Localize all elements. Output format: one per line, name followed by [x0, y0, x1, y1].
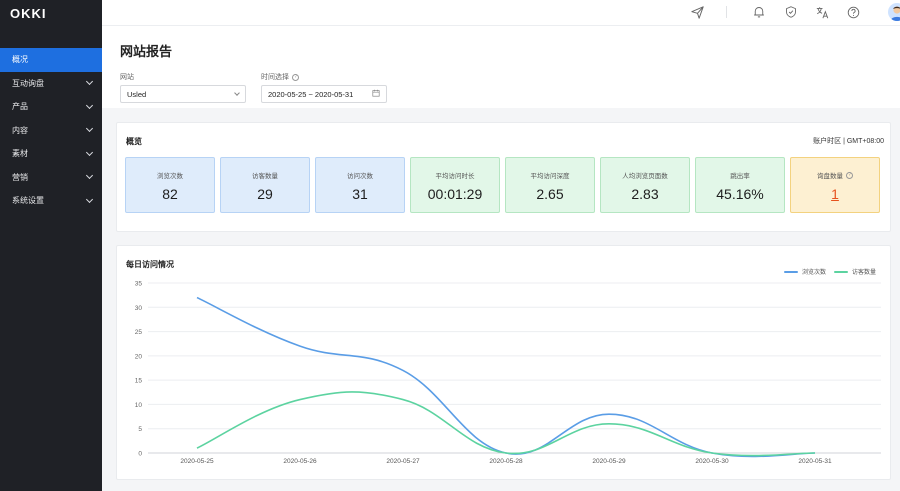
- y-tick-label: 25: [135, 329, 143, 336]
- kpi-label: 访客数量: [252, 173, 278, 180]
- calendar-icon: [372, 89, 380, 99]
- site-label-text: 网站: [120, 74, 134, 81]
- kpi-label: 询盘数量: [817, 173, 843, 180]
- bell-icon[interactable]: [752, 5, 766, 19]
- help-icon[interactable]: ?: [846, 171, 853, 179]
- chevron-down-icon: [234, 89, 240, 96]
- kpi-value: 2.65: [536, 186, 564, 202]
- avatar[interactable]: [888, 3, 900, 21]
- kpi-avg-duration: 平均访问时长 00:01:29: [410, 157, 500, 213]
- kpi-page-views: 浏览次数 82: [125, 157, 215, 213]
- series-line-visitors: [196, 391, 816, 457]
- kpi-visits: 访问次数 31: [315, 157, 405, 213]
- chevron-down-icon: [85, 172, 94, 180]
- x-tick-label: 2020-05-28: [489, 458, 523, 465]
- y-tick-label: 15: [135, 378, 143, 385]
- report-header: 网站报告 网站 Usled 时间选择 ? 2020-05-25 ~ 2020-0…: [102, 26, 900, 108]
- sidebar: OKKI 概况 互动询盘 产品 内容 素材 营销 系统设置: [0, 0, 102, 491]
- time-filter: 时间选择 ? 2020-05-25 ~ 2020-05-31: [261, 72, 387, 103]
- sidebar-item-label: 概况: [12, 55, 28, 65]
- time-label-text: 时间选择: [261, 74, 289, 81]
- help-icon[interactable]: [846, 5, 860, 19]
- sidebar-item-label: 产品: [12, 102, 28, 112]
- x-tick-label: 2020-05-27: [386, 458, 420, 465]
- site-filter: 网站 Usled: [120, 72, 246, 103]
- x-tick-label: 2020-05-25: [180, 458, 214, 465]
- y-tick-label: 0: [138, 451, 142, 458]
- sidebar-item-label: 素材: [12, 149, 28, 159]
- kpi-value: 2.83: [631, 186, 659, 202]
- daily-visits-card: 每日访问情况 浏览次数 访客数量 0 5 10 15 20 25 30 35 2020-05-2…: [116, 245, 891, 480]
- site-select-value: Usled: [127, 89, 147, 99]
- topbar: [102, 0, 900, 26]
- site-label: 网站: [120, 72, 246, 82]
- kpi-label: 访问次数: [347, 173, 373, 180]
- kpi-value-link[interactable]: 1: [791, 186, 879, 202]
- chevron-down-icon: [85, 195, 94, 203]
- logo[interactable]: OKKI: [0, 0, 102, 26]
- kpi-value: 31: [352, 186, 368, 202]
- kpi-label: 浏览次数: [157, 173, 183, 180]
- sidebar-item-label: 内容: [12, 125, 28, 135]
- sidebar-item-label: 互动询盘: [12, 78, 44, 88]
- kpi-pages-per-visitor: 人均浏览页面数 2.83: [600, 157, 690, 213]
- help-icon[interactable]: ?: [292, 73, 299, 81]
- y-tick-label: 5: [138, 426, 142, 433]
- y-tick-label: 10: [135, 402, 143, 409]
- y-tick-label: 35: [135, 281, 143, 288]
- shield-icon[interactable]: [784, 5, 798, 19]
- kpi-row: 浏览次数 82 访客数量 29 访问次数 31 平均访问时长 00:01:29 …: [125, 157, 880, 213]
- kpi-label: 跳出率: [730, 173, 750, 180]
- sidebar-nav: 概况 互动询盘 产品 内容 素材 营销 系统设置: [0, 48, 102, 213]
- chevron-down-icon: [85, 78, 94, 86]
- kpi-value: 45.16%: [716, 186, 764, 202]
- overview-card: 概览 账户时区 | GMT+08:00 浏览次数 82 访客数量 29 访问次数…: [116, 122, 891, 232]
- sidebar-item-inquiries[interactable]: 互动询盘: [0, 72, 102, 96]
- kpi-visitors: 访客数量 29: [220, 157, 310, 213]
- kpi-avg-depth: 平均访问深度 2.65: [505, 157, 595, 213]
- timezone-label: 账户时区 | GMT+08:00: [813, 138, 884, 145]
- sidebar-item-marketing[interactable]: 营销: [0, 166, 102, 190]
- sidebar-item-content[interactable]: 内容: [0, 119, 102, 143]
- page-title: 网站报告: [120, 44, 173, 59]
- sidebar-item-label: 系统设置: [12, 196, 44, 206]
- overview-title: 概览: [126, 137, 142, 146]
- series-line-views: [196, 296, 816, 458]
- kpi-label: 人均浏览页面数: [622, 173, 668, 180]
- x-tick-label: 2020-05-26: [283, 458, 317, 465]
- line-chart: 0 5 10 15 20 25 30 35 2020-05-25 2020-05-26 2020-0…: [135, 281, 881, 465]
- filters: 网站 Usled 时间选择 ? 2020-05-25 ~ 2020-05-31: [120, 72, 900, 103]
- kpi-value: 82: [162, 186, 178, 202]
- site-select[interactable]: Usled: [120, 85, 246, 103]
- y-tick-label: 20: [135, 353, 143, 360]
- translate-icon[interactable]: [815, 5, 829, 19]
- sidebar-item-assets[interactable]: 素材: [0, 142, 102, 166]
- y-tick-label: 30: [135, 305, 143, 312]
- sidebar-item-overview[interactable]: 概况: [0, 48, 102, 72]
- kpi-label: 平均访问时长: [435, 173, 475, 180]
- divider: [726, 6, 727, 18]
- sidebar-item-settings[interactable]: 系统设置: [0, 189, 102, 213]
- x-tick-label: 2020-05-31: [798, 458, 832, 465]
- chevron-down-icon: [85, 101, 94, 109]
- date-range-picker[interactable]: 2020-05-25 ~ 2020-05-31: [261, 85, 387, 103]
- send-icon[interactable]: [690, 5, 704, 19]
- chevron-down-icon: [85, 125, 94, 133]
- sidebar-item-products[interactable]: 产品: [0, 95, 102, 119]
- kpi-bounce-rate: 跳出率 45.16%: [695, 157, 785, 213]
- kpi-inquiries[interactable]: 询盘数量 ? 1: [790, 157, 880, 213]
- date-range-value: 2020-05-25 ~ 2020-05-31: [268, 89, 354, 99]
- kpi-value: 29: [257, 186, 273, 202]
- kpi-label: 平均访问深度: [530, 173, 570, 180]
- x-tick-label: 2020-05-29: [592, 458, 626, 465]
- chevron-down-icon: [85, 148, 94, 156]
- time-label: 时间选择 ?: [261, 72, 387, 82]
- kpi-value: 00:01:29: [427, 186, 483, 202]
- x-tick-label: 2020-05-30: [695, 458, 729, 465]
- sidebar-item-label: 营销: [12, 172, 28, 182]
